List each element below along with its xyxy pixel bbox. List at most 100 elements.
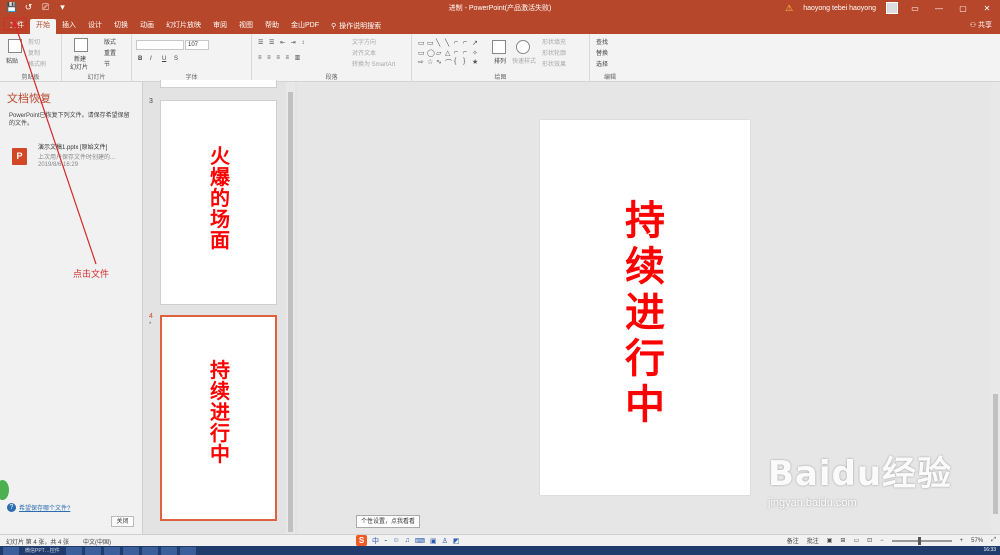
arrange-icon[interactable]: [492, 40, 506, 54]
notes-button[interactable]: 备注: [787, 536, 799, 545]
close-button[interactable]: ✕: [980, 4, 994, 13]
tab-file[interactable]: 文件: [4, 19, 30, 34]
align-text-button[interactable]: 对齐文本: [352, 48, 376, 57]
tab-insert[interactable]: 插入: [56, 19, 82, 34]
paste-button[interactable]: 粘贴: [6, 56, 18, 65]
slide-sorter-icon[interactable]: ⊞: [840, 537, 845, 544]
slideshow-icon[interactable]: ⊡: [867, 537, 872, 544]
emoji-icon[interactable]: ☺: [393, 537, 400, 544]
shape-fill-button[interactable]: 形状填充: [542, 37, 566, 46]
smartart-button[interactable]: 转换为 SmartArt: [352, 59, 395, 68]
reading-view-icon[interactable]: ▭: [853, 537, 859, 544]
taskbar-app-1[interactable]: [65, 546, 82, 555]
person-icon-ime[interactable]: ♙: [442, 537, 448, 545]
ribbon-tabs: 文件 开始 插入 设计 切换 动画 幻灯片放映 审阅 视图 帮助 金山PDF ⚲…: [0, 17, 1000, 34]
recovered-file-item[interactable]: P 演示文稿1.pptx [原始文件] 上次用户保存文件时创建的... 2019…: [9, 142, 137, 172]
thumbnails-scrollbar[interactable]: [286, 82, 295, 534]
tab-design[interactable]: 设计: [82, 19, 108, 34]
drawing-group: ▭ ▭ ╲ ╲ ⌐ ⌐ ↗ ▭ ◯ ▱ △ ⌐ ⌐ ✧ ⇨ ☆ ∿ ⌒{} ★ 排列 快速样式 形状填充 形状轮…: [412, 34, 590, 82]
tell-me-search[interactable]: ⚲ 操作说明搜索: [325, 19, 387, 34]
skin-icon[interactable]: ◩: [453, 537, 460, 545]
paste-icon[interactable]: [8, 39, 22, 53]
zoom-in-icon[interactable]: +: [960, 538, 964, 544]
avatar[interactable]: [886, 2, 898, 14]
zoom-slider-knob[interactable]: [917, 536, 921, 545]
current-slide[interactable]: 持续进行中: [540, 120, 750, 495]
share-button[interactable]: ⚇ 共享: [970, 20, 992, 30]
punctuation-icon[interactable]: ⁃: [384, 537, 388, 545]
sogou-ime-icon[interactable]: S: [356, 535, 367, 546]
which-file-help-link[interactable]: ? 希望保存哪个文件?: [7, 503, 70, 512]
keyboard-icon[interactable]: ⌨: [415, 537, 425, 545]
format-painter-button[interactable]: 格式刷: [28, 59, 46, 68]
editor-scroll-thumb[interactable]: [993, 394, 998, 514]
underline-button[interactable]: U: [162, 56, 166, 62]
thumbnail-slide-4[interactable]: 持续进行中: [160, 315, 277, 521]
user-name[interactable]: haoyong tebei haoyong: [803, 5, 876, 12]
font-name-field[interactable]: [136, 40, 184, 50]
shape-outline-button[interactable]: 形状轮廓: [542, 48, 566, 57]
taskbar-app-2[interactable]: [84, 546, 101, 555]
tab-slideshow[interactable]: 幻灯片放映: [160, 19, 207, 34]
copy-button[interactable]: 复制: [28, 48, 40, 57]
replace-button[interactable]: 替换: [596, 48, 608, 57]
slide-title-text[interactable]: 持续进行中: [624, 198, 666, 428]
zoom-slider[interactable]: [891, 536, 952, 545]
cut-button[interactable]: 剪切: [28, 37, 40, 46]
taskbar-app-6[interactable]: [160, 546, 177, 555]
ime-mode[interactable]: 中: [372, 536, 379, 546]
tab-review[interactable]: 审阅: [207, 19, 233, 34]
tab-help[interactable]: 帮助: [259, 19, 285, 34]
zoom-out-icon[interactable]: −: [880, 538, 884, 544]
tab-kingsoft-pdf[interactable]: 金山PDF: [285, 19, 325, 34]
recovery-close-button[interactable]: 关闭: [111, 516, 134, 527]
tab-transitions[interactable]: 切换: [108, 19, 134, 34]
section-button[interactable]: 节: [104, 59, 110, 68]
taskbar-item[interactable]: 微信PPT…控件: [22, 547, 63, 554]
comments-button[interactable]: 批注: [807, 536, 819, 545]
reset-button[interactable]: 重置: [104, 48, 116, 57]
zoom-level[interactable]: 57%: [971, 538, 983, 544]
tab-view[interactable]: 视图: [233, 19, 259, 34]
shapes-gallery[interactable]: ▭ ▭ ╲ ╲ ⌐ ⌐ ↗ ▭ ◯ ▱ △ ⌐ ⌐ ✧ ⇨ ☆ ∿ ⌒{} ★: [418, 39, 484, 69]
new-slide-icon[interactable]: [74, 38, 88, 52]
bullets-icon[interactable]: ☰ ☰ ⇤ ⇥ ↕: [258, 39, 306, 46]
taskbar-app-7[interactable]: [179, 546, 196, 555]
text-direction-button[interactable]: 文字方向: [352, 37, 376, 46]
floating-widget-icon[interactable]: [0, 480, 9, 500]
new-slide-button-2[interactable]: 幻灯片: [70, 62, 88, 71]
italic-button[interactable]: I: [150, 56, 152, 62]
thumbnail-slide-3[interactable]: 火爆的场面: [160, 100, 277, 305]
maximize-button[interactable]: ▢: [956, 4, 970, 13]
taskbar-app-5[interactable]: [141, 546, 158, 555]
tab-animations[interactable]: 动画: [134, 19, 160, 34]
font-size-field[interactable]: 107: [185, 40, 209, 50]
bold-button[interactable]: B: [138, 56, 142, 62]
find-button[interactable]: 查找: [596, 37, 608, 46]
minimize-button[interactable]: —: [932, 4, 946, 13]
alignment-icon[interactable]: ≡ ≡ ≡ ≡ ▥: [258, 54, 302, 61]
select-button[interactable]: 选择: [596, 59, 608, 68]
person-icon: ⚇: [969, 22, 977, 29]
normal-view-icon[interactable]: ▣: [827, 537, 833, 544]
language-indicator[interactable]: 中文(中国): [83, 537, 111, 546]
microphone-icon[interactable]: ♫: [405, 537, 410, 544]
thumbnail-number-3: 3: [149, 98, 153, 105]
thumbnail-slide-2-partial[interactable]: [160, 80, 277, 88]
taskbar-app-4[interactable]: [122, 546, 139, 555]
shape-effects-button[interactable]: 形状效果: [542, 59, 566, 68]
tab-home[interactable]: 开始: [30, 19, 56, 34]
ribbon-display-button[interactable]: ▭: [908, 4, 922, 13]
quick-styles-icon[interactable]: [516, 40, 530, 54]
fit-slide-icon[interactable]: ⤢: [991, 537, 996, 544]
tools-icon[interactable]: ▣: [430, 537, 437, 545]
lightbulb-icon: ⚲: [331, 22, 337, 30]
thumbnails-scroll-track[interactable]: [288, 92, 293, 532]
arrange-button[interactable]: 排列: [494, 56, 506, 65]
taskbar-app-3[interactable]: [103, 546, 120, 555]
start-button[interactable]: [3, 546, 19, 555]
quick-styles-button[interactable]: 快速样式: [512, 56, 536, 65]
shadow-button[interactable]: S: [174, 56, 178, 62]
layout-button[interactable]: 版式: [104, 37, 116, 46]
editor-scrollbar[interactable]: [991, 82, 1000, 534]
